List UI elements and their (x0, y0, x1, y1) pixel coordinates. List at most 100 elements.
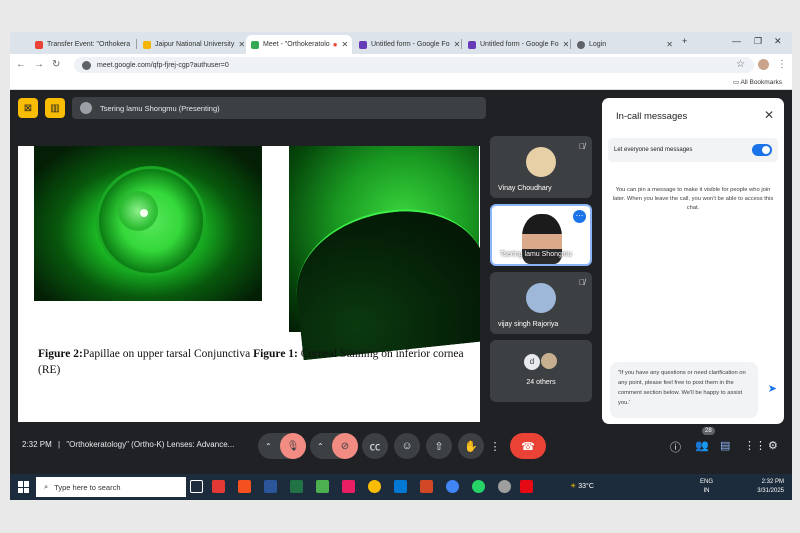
mic-off-icon[interactable]: 🎙 (280, 433, 306, 459)
participant-tile[interactable]: 🎙̸ Vinay Choudhary (490, 136, 592, 198)
more-options-icon[interactable]: ⋯ (573, 210, 586, 223)
shared-slide: Figure 2:Papillae on upper tarsal Conjun… (18, 146, 480, 422)
tab-untitled-form-2[interactable]: Untitled form - Google Fo ✕ (463, 35, 569, 54)
pin-info-text: You can pin a message to make it visible… (612, 187, 774, 211)
task-view-icon[interactable] (190, 480, 203, 493)
tab-label: Untitled form - Google Fo (371, 41, 450, 48)
close-icon[interactable]: ✕ (450, 40, 460, 49)
send-messages-toggle[interactable] (752, 144, 772, 156)
captions-icon[interactable]: ㏄ (362, 433, 388, 459)
close-icon[interactable]: ✕ (764, 108, 774, 122)
chrome-profile-icon[interactable] (446, 480, 459, 493)
participant-tile-presenter[interactable]: ⋯ Tsering lamu Shongmu (490, 204, 592, 266)
people-count-badge: 28 (702, 427, 715, 435)
chrome-icon[interactable] (368, 480, 381, 493)
close-icon[interactable]: ✕ (130, 40, 134, 49)
netflix-icon[interactable] (520, 480, 533, 493)
profile-avatar[interactable] (758, 59, 769, 70)
tab-login[interactable]: Login ✕ (572, 35, 678, 54)
mic-control[interactable]: ⌃ 🎙 (258, 433, 306, 459)
windows-start-icon[interactable] (18, 481, 30, 493)
forms-icon (359, 40, 367, 49)
leave-call-button[interactable]: ☎ (510, 433, 546, 459)
tab-untitled-form-1[interactable]: Untitled form - Google Fo ✕ (354, 35, 460, 54)
permission-label: Let everyone send messages (614, 147, 693, 153)
restore-icon[interactable]: ❐ (754, 36, 762, 47)
search-icon: ⌕ (44, 482, 49, 491)
separator: | (58, 440, 61, 449)
message-input[interactable]: "If you have any questions or need clari… (610, 362, 758, 418)
search-placeholder: Type here to search (54, 482, 121, 492)
raise-hand-icon[interactable]: ✋ (458, 433, 484, 459)
app-icon[interactable] (316, 480, 329, 493)
activities-icon[interactable]: ⋮⋮ (744, 439, 766, 452)
close-icon[interactable]: ✕ (662, 40, 673, 49)
host-controls-icon[interactable]: ⚙ (768, 439, 778, 452)
new-tab-icon[interactable]: + (682, 36, 687, 46)
minimize-icon[interactable]: — (732, 36, 741, 46)
clock-date: 3/31/2025 (757, 488, 784, 494)
music-app-icon[interactable] (212, 480, 225, 493)
more-options-icon[interactable]: ⋮ (488, 433, 502, 459)
globe-icon (577, 40, 585, 49)
weather-widget[interactable]: ☀ 33°C (570, 482, 594, 490)
tab-meet[interactable]: Meet - "Orthokeratolo ● ✕ (246, 35, 352, 54)
others-tile[interactable]: d 24 others (490, 340, 592, 402)
avatar (540, 352, 558, 370)
tab-jaipur-national-university[interactable]: Jaipur National University ✕ (138, 35, 244, 54)
meeting-time: 2:32 PM (22, 440, 52, 449)
participant-tile[interactable]: 🎙̸ vijay singh Rajoriya (490, 272, 592, 334)
chat-icon[interactable]: ▤ (720, 439, 730, 452)
office-app-icon[interactable] (238, 480, 251, 493)
close-icon[interactable]: ✕ (338, 40, 349, 49)
chevron-up-icon[interactable]: ⌃ (317, 442, 324, 451)
avatar: d (524, 354, 540, 370)
settings-icon[interactable] (498, 480, 511, 493)
menu-icon[interactable]: ⋮ (777, 59, 787, 70)
slide-image-eye-figure2 (34, 146, 262, 301)
system-clock[interactable]: 2:32 PM 3/31/2025 (757, 478, 784, 496)
avatar (526, 147, 556, 177)
meeting-info: 2:32 PM | "Orthokeratology" (Ortho-K) Le… (22, 440, 234, 449)
address-bar[interactable]: meet.google.com/qfp-fjrej-cgp?authuser=0 (74, 57, 754, 73)
browser-toolbar: ← → ↻ meet.google.com/qfp-fjrej-cgp?auth… (10, 54, 792, 76)
whatsapp-icon[interactable] (472, 480, 485, 493)
camera-off-icon[interactable]: ⊘ (332, 433, 358, 459)
powerpoint-icon[interactable] (420, 480, 433, 493)
participant-name: Vinay Choudhary (498, 185, 552, 192)
taskbar-search[interactable]: ⌕ Type here to search (36, 477, 186, 497)
forward-icon[interactable]: → (34, 59, 44, 70)
reload-icon[interactable]: ↻ (52, 59, 60, 70)
layout-icon[interactable]: ▥ (45, 98, 65, 118)
windows-taskbar: ⌕ Type here to search ☀ 33°C ENG IN 2:32… (10, 474, 792, 500)
participant-name: Tsering lamu Shongmu (500, 251, 572, 258)
slide-image-eye-figure1 (289, 146, 480, 361)
presenting-label: Tsering lamu Shongmu (Presenting) (100, 103, 220, 113)
back-icon[interactable]: ← (16, 59, 26, 70)
url-text: meet.google.com/qfp-fjrej-cgp?authuser=0 (97, 61, 229, 69)
language-indicator[interactable]: ENG IN (700, 478, 713, 496)
university-icon (143, 40, 151, 49)
emoji-icon[interactable]: ☺ (394, 433, 420, 459)
present-screen-icon[interactable]: ⇧ (426, 433, 452, 459)
close-icon[interactable]: ✕ (559, 40, 569, 49)
all-bookmarks-button[interactable]: ▭ All Bookmarks (733, 78, 782, 86)
bookmarks-bar: ▭ All Bookmarks (10, 76, 792, 90)
excel-icon[interactable] (290, 480, 303, 493)
send-icon[interactable]: ➤ (768, 382, 777, 395)
stop-presenting-icon[interactable]: ⊠ (18, 98, 38, 118)
site-info-icon[interactable] (82, 60, 91, 70)
others-count: 24 others (526, 379, 556, 386)
edge-icon[interactable] (394, 480, 407, 493)
chevron-up-icon[interactable]: ⌃ (265, 442, 272, 451)
tab-transfer-event[interactable]: Transfer Event: "Orthokera ✕ (30, 35, 134, 54)
temperature: 33°C (578, 483, 594, 490)
close-window-icon[interactable]: ✕ (774, 36, 782, 47)
people-icon[interactable]: 👥 (695, 439, 709, 452)
word-icon[interactable] (264, 480, 277, 493)
bookmark-star-icon[interactable]: ☆ (736, 59, 745, 70)
camera-control[interactable]: ⌃ ⊘ (310, 433, 358, 459)
app-icon[interactable] (342, 480, 355, 493)
close-icon[interactable]: ✕ (234, 40, 244, 49)
meeting-details-icon[interactable]: ⓘ (670, 439, 681, 455)
